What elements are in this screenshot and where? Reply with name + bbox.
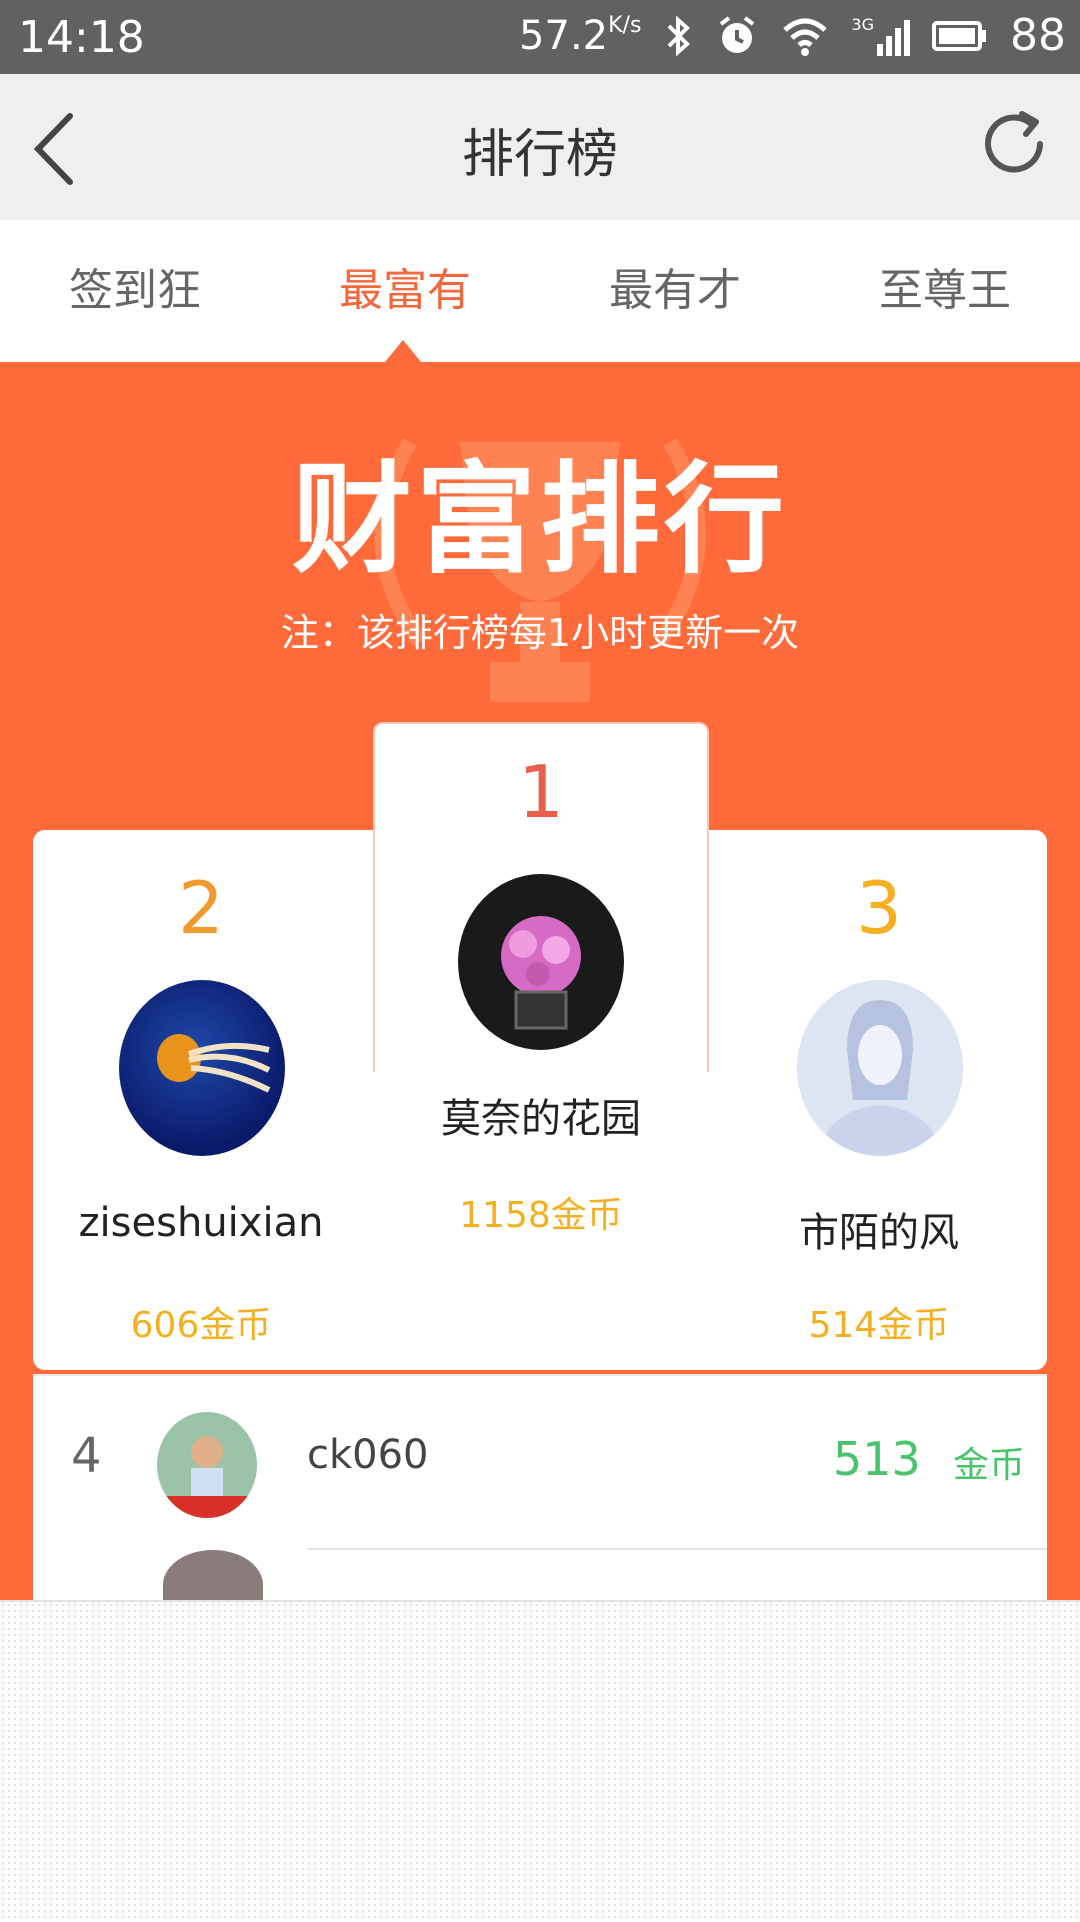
list-unit: 金币: [953, 1445, 1026, 1486]
rank-3-name: 市陌的风: [799, 1210, 959, 1256]
avatar[interactable]: [458, 874, 624, 1050]
rank-3-number: 3: [856, 866, 902, 950]
rank-2-name: ziseshuixian: [78, 1200, 324, 1246]
avatar[interactable]: [797, 980, 963, 1156]
network-speed: 57.2K/s: [519, 13, 641, 59]
app-bar: 排行榜: [0, 74, 1080, 220]
avatar[interactable]: [119, 980, 285, 1156]
rank-3-coins: 514金币: [808, 1305, 950, 1346]
child-avatar-icon: [157, 1436, 257, 1518]
page-title: 排行榜: [461, 125, 618, 185]
rank-1-number: 1: [518, 750, 564, 834]
list-name: ck060: [307, 1432, 429, 1478]
status-icons: 57.2K/s 3G 88: [519, 10, 1066, 61]
wifi-icon: [783, 18, 828, 56]
tab-sign-in[interactable]: 签到狂: [0, 220, 270, 362]
battery-icon: [932, 20, 986, 51]
battery-level: 88: [1010, 10, 1066, 61]
active-tab-indicator: [385, 340, 421, 362]
jellyfish-icon: [157, 1034, 271, 1093]
list-item[interactable]: [33, 1550, 1047, 1620]
default-avatar-icon: [817, 1000, 943, 1156]
rank-1-coins: 1158金币: [459, 1195, 623, 1236]
flower-bouquet-icon: [501, 916, 581, 1030]
network-speed-value: 57.2: [519, 12, 609, 59]
update-note: 注：该排行榜每1小时更新一次: [280, 611, 800, 655]
banner-title: 财富排行: [292, 451, 788, 590]
rank-2-coins: 606金币: [130, 1305, 272, 1346]
refresh-icon[interactable]: [974, 104, 1054, 184]
tab-most-talented[interactable]: 最有才: [540, 220, 810, 362]
rank-1-card: 1: [373, 722, 709, 1072]
network-speed-unit: K/s: [608, 12, 642, 38]
signal-icon: 3G: [851, 14, 910, 56]
bottom-overlay: [0, 1600, 1080, 1922]
status-time: 14:18: [18, 12, 145, 63]
list-rank: 4: [71, 1428, 102, 1484]
rank-1-name: 莫奈的花园: [441, 1096, 641, 1142]
avatar[interactable]: [157, 1412, 257, 1518]
bluetooth-icon: [668, 15, 691, 56]
network-type: 3G: [851, 14, 874, 34]
alarm-icon: [720, 15, 755, 53]
status-bar: 14:18 57.2K/s 3G 88: [0, 0, 1080, 74]
list-item[interactable]: 4 ck060 513 金币: [33, 1374, 1047, 1550]
tab-supreme-king[interactable]: 至尊王: [810, 220, 1080, 362]
ranking-tabs: 签到狂 最富有 最有才 至尊王: [0, 220, 1080, 362]
list-value: 513: [833, 1432, 921, 1486]
rank-2-number: 2: [178, 866, 224, 950]
